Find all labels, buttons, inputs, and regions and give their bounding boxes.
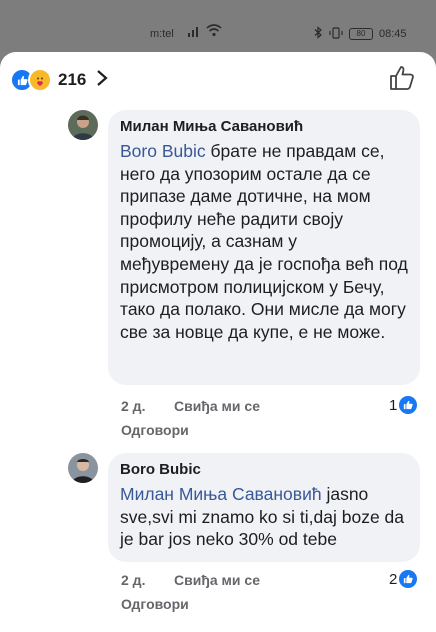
comment-timestamp: 2 д. <box>121 572 146 588</box>
reactions-summary[interactable]: 216 <box>10 68 109 92</box>
like-count-number: 2 <box>389 570 398 588</box>
status-right: 80 08:45 <box>314 26 407 42</box>
mention-link[interactable]: Boro Bubic <box>120 141 206 161</box>
avatar[interactable] <box>68 453 98 483</box>
comment-timestamp: 2 д. <box>121 398 146 414</box>
like-reaction-icon <box>399 570 418 588</box>
like-button[interactable]: Свиђа ми се <box>174 572 260 588</box>
bluetooth-icon <box>314 26 323 42</box>
like-outline-icon[interactable] <box>388 64 416 97</box>
like-reaction-icon <box>399 396 418 414</box>
status-bar: m:tel 80 08:45 <box>0 0 436 52</box>
comment-author[interactable]: Boro Bubic <box>120 461 408 478</box>
carrier-label: m:tel <box>150 28 174 40</box>
chevron-right-icon[interactable] <box>96 69 109 92</box>
reply-button[interactable]: Одговори <box>121 596 189 612</box>
clock: 08:45 <box>379 28 407 40</box>
like-button[interactable]: Свиђа ми се <box>174 398 260 414</box>
mention-link[interactable]: Милан Миња Савановић <box>120 484 322 504</box>
comment-text: Boro Bubic брате не правдам се, нeго да … <box>120 140 408 343</box>
like-count-number: 1 <box>389 396 398 414</box>
vibrate-icon <box>329 26 343 42</box>
comment-like-count[interactable]: 1 <box>389 396 418 414</box>
comment-bubble: Милан Миња Савановић Boro Bubic брате не… <box>108 110 420 385</box>
reaction-count: 216 <box>58 70 87 89</box>
wifi-icon <box>206 24 222 40</box>
care-reaction-icon <box>28 68 52 92</box>
comment-body: брате не правдам се, нeго да упозорим ос… <box>120 141 408 342</box>
battery-icon: 80 <box>349 28 373 40</box>
comment-text: Милан Миња Савановић jasno sve,svi mi zn… <box>120 483 408 551</box>
reply-button[interactable]: Одговори <box>121 422 189 438</box>
comment-like-count[interactable]: 2 <box>389 570 418 588</box>
avatar[interactable] <box>68 110 98 140</box>
comments-sheet: 216 Милан Миња Савановић Boro Bubic брат… <box>0 52 436 632</box>
comment-bubble: Boro Bubic Милан Миња Савановић jasno sv… <box>108 453 420 562</box>
comment-author[interactable]: Милан Миња Савановић <box>120 118 408 135</box>
signal-icon <box>188 25 202 40</box>
